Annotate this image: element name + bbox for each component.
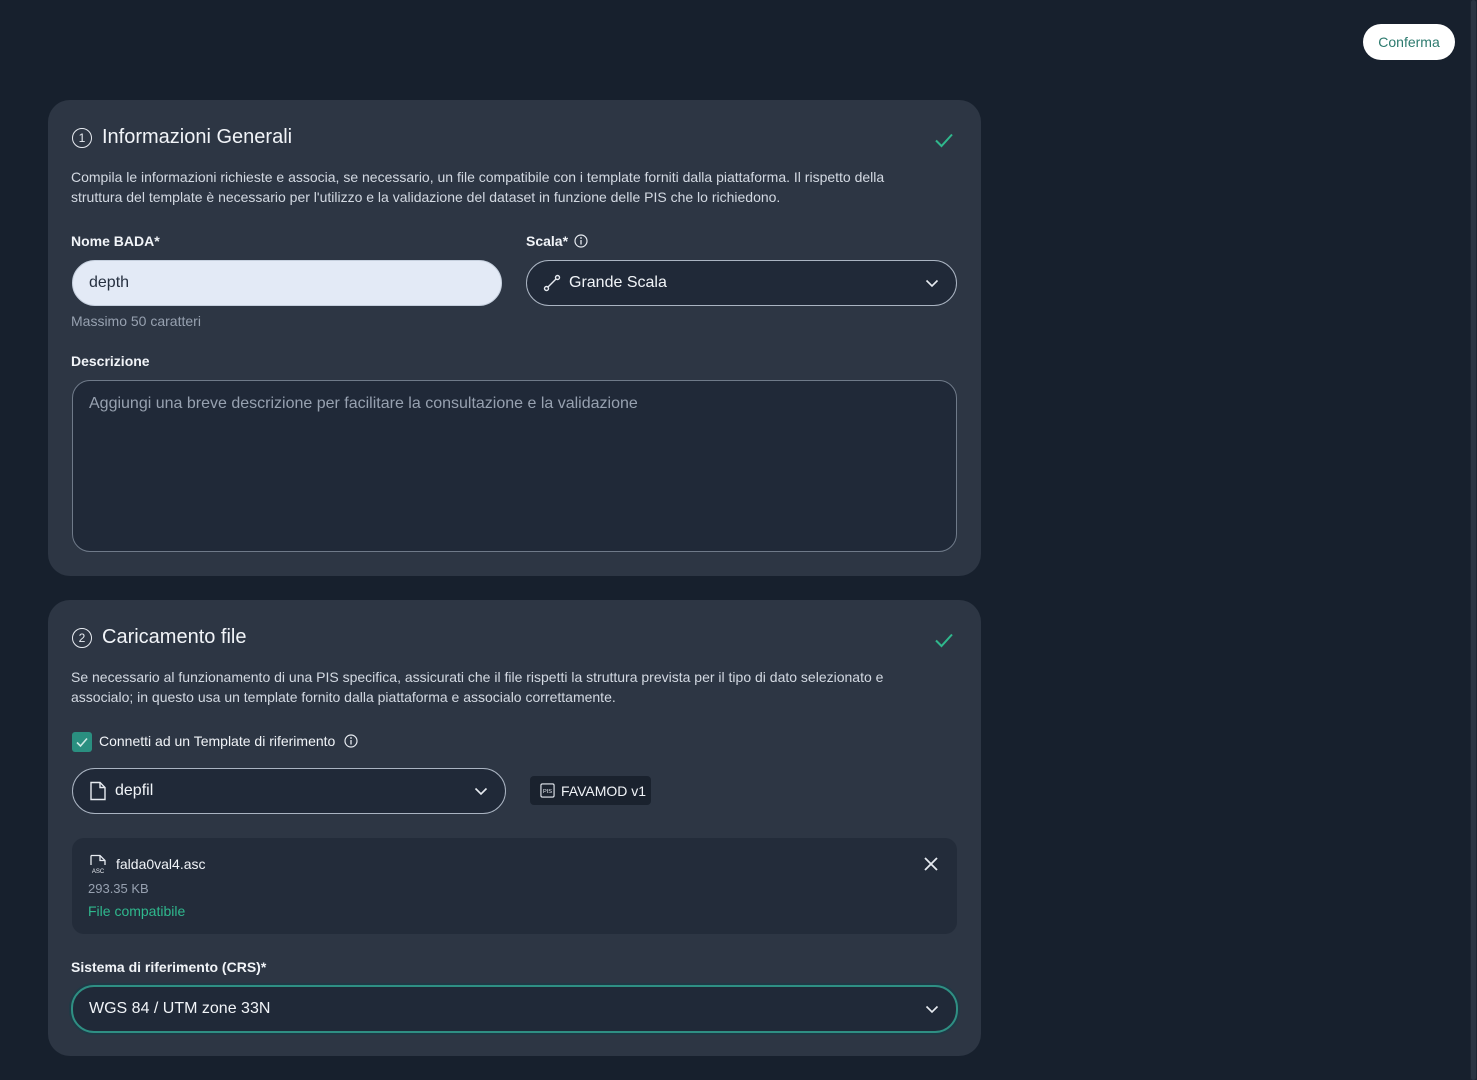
- info-icon[interactable]: [344, 734, 358, 748]
- asc-file-icon: ASC: [90, 854, 106, 874]
- uploaded-file-card: ASC falda0val4.asc 293.35 KB File compat…: [72, 838, 957, 934]
- info-icon[interactable]: [574, 234, 588, 248]
- file-name: falda0val4.asc: [116, 856, 206, 872]
- chevron-down-icon: [474, 787, 488, 796]
- step-number: 2: [72, 627, 92, 648]
- check-icon: [935, 133, 953, 148]
- svg-text:ASC: ASC: [92, 869, 105, 874]
- close-icon[interactable]: [922, 855, 940, 873]
- template-select[interactable]: depfil: [72, 768, 506, 814]
- scrollbar-thumb[interactable]: [1471, 0, 1476, 1080]
- file-status: File compatibile: [88, 903, 186, 919]
- general-info-card: 1 Informazioni Generali Compila le infor…: [48, 100, 981, 576]
- section-title: Informazioni Generali: [102, 126, 293, 148]
- file-upload-header: 2 Caricamento file: [72, 626, 247, 649]
- file-upload-card: 2 Caricamento file Se necessario al funz…: [48, 600, 981, 1056]
- name-label-text: Nome BADA*: [71, 233, 160, 249]
- name-label: Nome BADA*: [71, 233, 160, 249]
- connect-template-checkbox[interactable]: [72, 732, 92, 752]
- description-label-text: Descrizione: [71, 353, 150, 369]
- section-description: Se necessario al funzionamento di una PI…: [71, 669, 884, 705]
- template-value: depfil: [115, 782, 154, 799]
- chevron-down-icon: [925, 279, 939, 288]
- description-textarea[interactable]: Aggiungi una breve descrizione per facil…: [72, 380, 957, 552]
- pis-icon: PIS: [540, 783, 555, 798]
- scale-label: Scala*: [526, 233, 588, 249]
- check-icon: [935, 633, 953, 648]
- crs-select[interactable]: WGS 84 / UTM zone 33N: [71, 985, 958, 1033]
- scale-label-text: Scala*: [526, 233, 569, 249]
- pis-tag-label: FAVAMOD v1: [561, 782, 647, 799]
- step-number: 1: [72, 127, 92, 148]
- connect-template-label: Connetti ad un Template di riferimento: [99, 733, 358, 749]
- chevron-down-icon: [925, 1005, 939, 1014]
- crs-value: WGS 84 / UTM zone 33N: [89, 1000, 271, 1017]
- confirm-button[interactable]: Conferma: [1363, 24, 1455, 60]
- section-title: Caricamento file: [102, 626, 247, 648]
- connect-template-text: Connetti ad un Template di riferimento: [99, 733, 336, 749]
- checkmark-icon: [76, 737, 88, 748]
- description-label: Descrizione: [71, 353, 150, 369]
- crs-label: Sistema di riferimento (CRS)*: [71, 959, 266, 975]
- pis-tag: PIS FAVAMOD v1: [530, 776, 651, 805]
- name-hint: Massimo 50 caratteri: [71, 313, 201, 329]
- general-info-header: 1 Informazioni Generali: [72, 126, 292, 149]
- crs-label-text: Sistema di riferimento (CRS)*: [71, 959, 267, 975]
- document-icon: [90, 781, 106, 801]
- scale-select[interactable]: Grande Scala: [526, 260, 957, 306]
- svg-text:PIS: PIS: [543, 789, 552, 795]
- section-description: Compila le informazioni richieste e asso…: [71, 169, 885, 205]
- file-size: 293.35 KB: [88, 881, 149, 896]
- name-input[interactable]: depth: [72, 260, 502, 306]
- scale-value: Grande Scala: [569, 274, 667, 291]
- scale-icon: [543, 274, 561, 292]
